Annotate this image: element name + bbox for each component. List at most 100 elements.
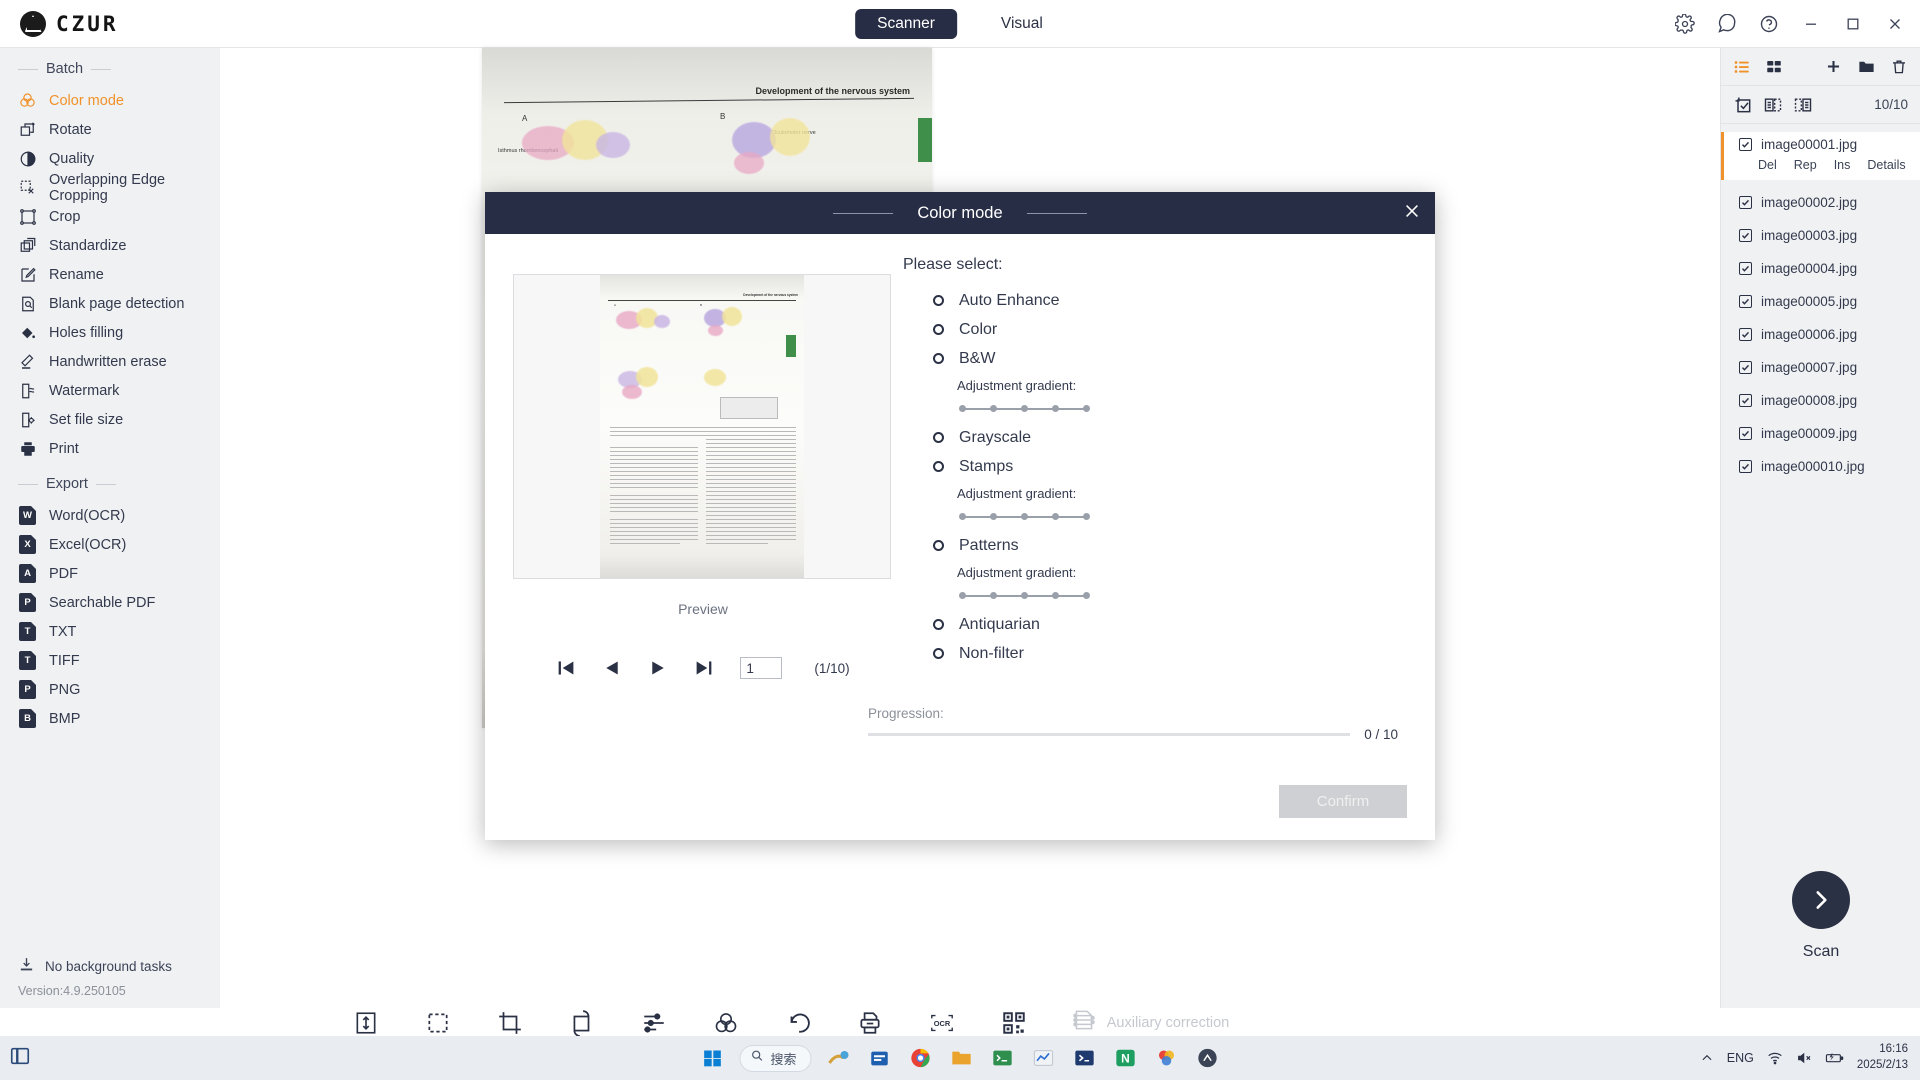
option-non-filter[interactable]: Non-filter xyxy=(903,639,1407,668)
taskbar-app-chrome-icon[interactable] xyxy=(907,1044,935,1072)
slider-dot-4[interactable] xyxy=(1052,513,1059,520)
sidebar-item-overlapping-edge-cropping[interactable]: Overlapping Edge Cropping xyxy=(0,172,220,204)
sidebar-item-searchable-pdf[interactable]: P Searchable PDF xyxy=(0,588,220,617)
page-number-input[interactable] xyxy=(740,657,783,679)
sidebar-item-standardize[interactable]: Standardize xyxy=(0,231,220,260)
taskbar-search[interactable]: 搜索 xyxy=(739,1044,812,1072)
sidebar-item-holes-filling[interactable]: Holes filling xyxy=(0,318,220,347)
checkbox-icon[interactable] xyxy=(1739,229,1752,242)
delete-icon[interactable] xyxy=(1890,58,1908,76)
file-item-row[interactable]: image00001.jpg xyxy=(1724,132,1920,156)
slider-dot-3[interactable] xyxy=(1021,592,1028,599)
next-page-icon[interactable] xyxy=(648,659,668,677)
radio-icon[interactable] xyxy=(933,648,944,659)
checkbox-icon[interactable] xyxy=(1739,196,1752,209)
language-indicator[interactable]: ENG xyxy=(1727,1051,1754,1065)
slider-dot-3[interactable] xyxy=(1021,405,1028,412)
clock[interactable]: 16:16 2025/2/13 xyxy=(1857,1042,1908,1073)
sidebar-item-png[interactable]: P PNG xyxy=(0,675,220,704)
adjustment-slider-patterns[interactable] xyxy=(959,590,1090,602)
list-item[interactable]: image00009.jpg xyxy=(1721,417,1920,450)
taskbar-app-terminal-icon[interactable] xyxy=(989,1044,1017,1072)
sidebar-item-pdf[interactable]: A PDF xyxy=(0,559,220,588)
sidebar-item-txt[interactable]: T TXT xyxy=(0,617,220,646)
sidebar-item-tiff[interactable]: T TIFF xyxy=(0,646,220,675)
adjustment-slider-stamps[interactable] xyxy=(959,511,1090,523)
grid-view-icon[interactable] xyxy=(1765,58,1783,76)
sidebar-item-watermark[interactable]: Watermark xyxy=(0,376,220,405)
sidebar-item-rotate[interactable]: Rotate xyxy=(0,115,220,144)
tab-scanner[interactable]: Scanner xyxy=(855,8,957,39)
file-action-details[interactable]: Details xyxy=(1867,158,1905,172)
settings-icon[interactable] xyxy=(1666,5,1704,43)
slider-dot-2[interactable] xyxy=(990,405,997,412)
taskbar-app-n-icon[interactable]: N xyxy=(1112,1044,1140,1072)
slider-dot-1[interactable] xyxy=(959,592,966,599)
sidebar-item-excel-ocr[interactable]: X Excel(OCR) xyxy=(0,530,220,559)
file-action-rep[interactable]: Rep xyxy=(1794,158,1817,172)
list-item[interactable]: image00007.jpg xyxy=(1721,351,1920,384)
file-action-ins[interactable]: Ins xyxy=(1834,158,1851,172)
sidebar-item-word-ocr[interactable]: W Word(OCR) xyxy=(0,501,220,530)
radio-icon[interactable] xyxy=(933,353,944,364)
checkbox-icon[interactable] xyxy=(1739,328,1752,341)
slider-dot-2[interactable] xyxy=(990,513,997,520)
option-patterns[interactable]: Patterns xyxy=(903,531,1407,560)
slider-dot-5[interactable] xyxy=(1083,592,1090,599)
radio-icon[interactable] xyxy=(933,295,944,306)
confirm-button[interactable]: Confirm xyxy=(1279,785,1407,818)
sidebar-item-print[interactable]: Print xyxy=(0,434,220,463)
list-item[interactable]: image00003.jpg xyxy=(1721,219,1920,252)
checkbox-icon[interactable] xyxy=(1739,137,1752,151)
slider-dot-4[interactable] xyxy=(1052,405,1059,412)
list-item[interactable]: image00001.jpg Del Rep Ins Details xyxy=(1721,132,1920,180)
sidebar-item-quality[interactable]: Quality xyxy=(0,144,220,173)
prev-page-icon[interactable] xyxy=(602,659,622,677)
maximize-icon[interactable] xyxy=(1834,5,1872,43)
checkbox-icon[interactable] xyxy=(1739,460,1752,473)
folder-icon[interactable] xyxy=(1857,57,1876,76)
list-item[interactable]: image00004.jpg xyxy=(1721,252,1920,285)
option-color[interactable]: Color xyxy=(903,315,1407,344)
select-all-icon[interactable] xyxy=(1733,95,1753,115)
option-bw[interactable]: B&W xyxy=(903,344,1407,373)
background-task-status[interactable]: No background tasks xyxy=(0,952,220,980)
radio-icon[interactable] xyxy=(933,432,944,443)
file-list[interactable]: image00001.jpg Del Rep Ins Details image… xyxy=(1721,124,1920,824)
taskbar-app-powershell-icon[interactable] xyxy=(1071,1044,1099,1072)
select-even-icon[interactable] xyxy=(1793,95,1813,115)
help-icon[interactable] xyxy=(1750,5,1788,43)
battery-charging-icon[interactable] xyxy=(1825,1050,1844,1066)
adjustment-slider-bw[interactable] xyxy=(959,403,1090,415)
sidebar-item-rename[interactable]: Rename xyxy=(0,260,220,289)
windows-start-icon[interactable] xyxy=(698,1044,726,1072)
checkbox-icon[interactable] xyxy=(1739,361,1752,374)
radio-icon[interactable] xyxy=(933,461,944,472)
taskbar-app-colors-icon[interactable] xyxy=(1153,1044,1181,1072)
select-odd-icon[interactable] xyxy=(1763,95,1783,115)
slider-dot-4[interactable] xyxy=(1052,592,1059,599)
list-item[interactable]: image00006.jpg xyxy=(1721,318,1920,351)
scan-button[interactable] xyxy=(1792,870,1850,929)
list-view-icon[interactable] xyxy=(1733,58,1751,76)
last-page-icon[interactable] xyxy=(694,659,714,677)
slider-dot-1[interactable] xyxy=(959,513,966,520)
add-icon[interactable] xyxy=(1824,57,1843,76)
file-action-del[interactable]: Del xyxy=(1758,158,1777,172)
option-stamps[interactable]: Stamps xyxy=(903,452,1407,481)
checkbox-icon[interactable] xyxy=(1739,394,1752,407)
taskbar-app-czur-icon[interactable] xyxy=(1194,1044,1222,1072)
volume-muted-icon[interactable] xyxy=(1796,1050,1812,1066)
chevron-up-icon[interactable] xyxy=(1700,1051,1714,1065)
close-icon[interactable] xyxy=(1403,202,1421,224)
list-item[interactable]: image00008.jpg xyxy=(1721,384,1920,417)
slider-dot-5[interactable] xyxy=(1083,405,1090,412)
close-icon[interactable] xyxy=(1876,5,1914,43)
taskbar-app-explorer-icon[interactable] xyxy=(948,1044,976,1072)
sidebar-item-handwritten-erase[interactable]: Handwritten erase xyxy=(0,347,220,376)
taskbar-widgets-icon[interactable] xyxy=(9,1045,31,1072)
slider-dot-2[interactable] xyxy=(990,592,997,599)
taskbar-app-charts-icon[interactable] xyxy=(1030,1044,1058,1072)
sidebar-item-bmp[interactable]: B BMP xyxy=(0,704,220,733)
slider-dot-1[interactable] xyxy=(959,405,966,412)
